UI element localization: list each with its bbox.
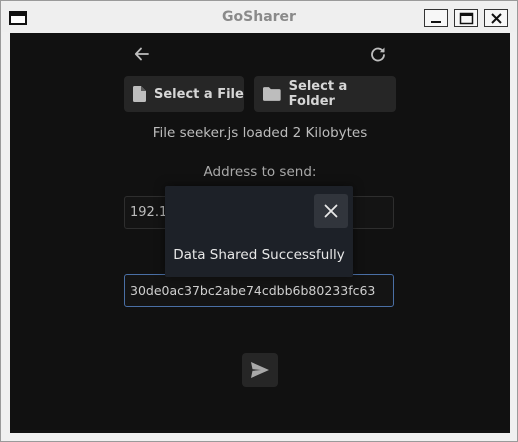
dialog-close-button[interactable] bbox=[314, 194, 348, 228]
arrow-left-icon bbox=[134, 47, 149, 61]
select-file-button[interactable]: Select a File bbox=[124, 76, 244, 112]
file-icon bbox=[133, 86, 146, 102]
file-status-text: File seeker.js loaded 2 Kilobytes bbox=[152, 125, 368, 141]
app-window: GoSharer Select a File Select a Folder F… bbox=[0, 0, 518, 442]
select-folder-button[interactable]: Select a Folder bbox=[254, 76, 396, 112]
close-icon bbox=[491, 13, 502, 24]
close-icon bbox=[324, 204, 338, 218]
dialog-message: Data Shared Successfully bbox=[173, 247, 345, 263]
maximize-button[interactable] bbox=[454, 9, 478, 27]
refresh-button[interactable] bbox=[364, 40, 392, 68]
address-label: Address to send: bbox=[203, 164, 317, 180]
maximize-icon bbox=[459, 12, 474, 25]
folder-icon bbox=[263, 87, 281, 101]
send-icon bbox=[251, 362, 269, 378]
success-dialog: Data Shared Successfully bbox=[165, 186, 353, 277]
close-window-button[interactable] bbox=[484, 9, 508, 27]
send-button[interactable] bbox=[242, 353, 278, 387]
title-bar[interactable]: GoSharer bbox=[2, 2, 516, 32]
minimize-icon bbox=[431, 21, 441, 23]
select-folder-label: Select a Folder bbox=[288, 79, 348, 109]
token-input[interactable]: 30de0ac37bc2abe74cdbb6b80233fc63 bbox=[124, 274, 394, 307]
refresh-icon bbox=[371, 47, 385, 62]
minimize-button[interactable] bbox=[424, 9, 448, 27]
main-content: Select a File Select a Folder File seeke… bbox=[10, 33, 510, 433]
back-button[interactable] bbox=[128, 40, 156, 68]
select-file-label: Select a File bbox=[154, 86, 244, 102]
